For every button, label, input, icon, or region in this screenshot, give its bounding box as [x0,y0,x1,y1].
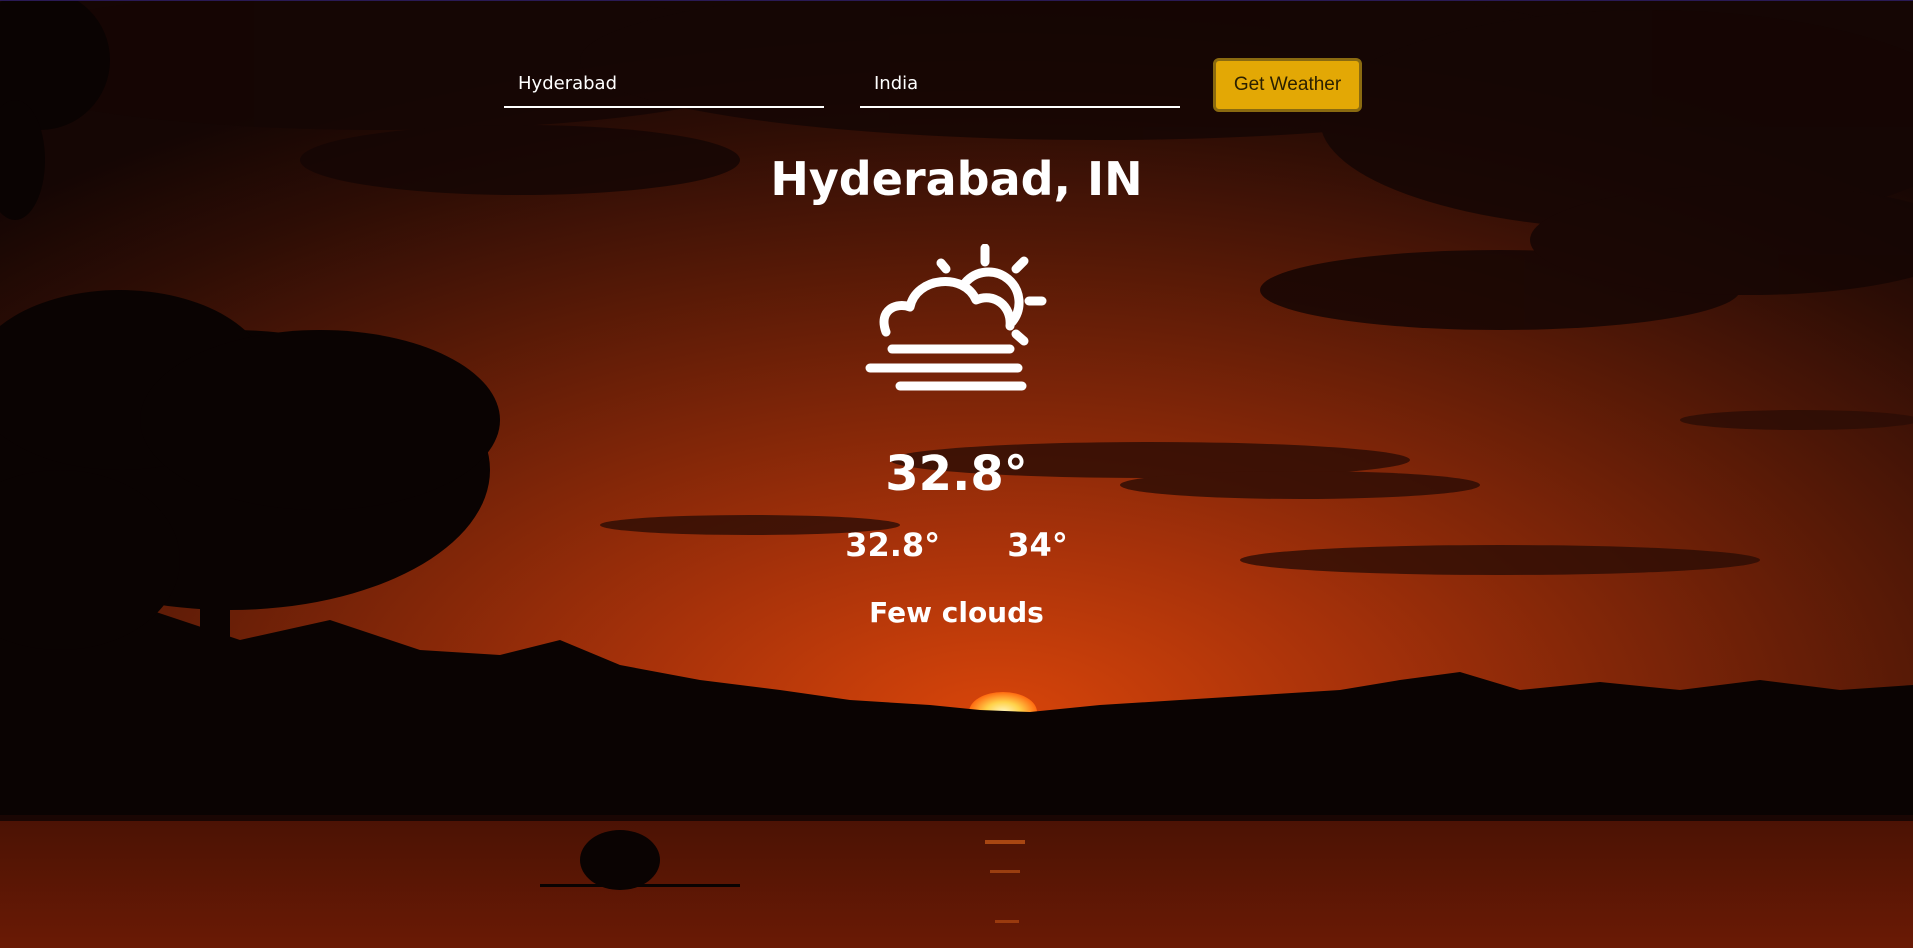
min-temperature: 32.8° [845,526,941,564]
country-input[interactable] [860,60,1180,106]
current-temperature: 32.8° [885,446,1028,502]
city-input[interactable] [504,60,824,106]
max-temperature: 34° [1007,526,1068,564]
temperature-range: 32.8° 34° [0,526,1913,564]
location-title: Hyderabad, IN [770,152,1143,206]
city-field [504,60,824,108]
get-weather-button[interactable]: Get Weather [1213,58,1362,112]
country-field [860,60,1180,108]
weather-description: Few clouds [869,596,1044,629]
top-border [0,0,1913,1]
sun-behind-cloud-haze-icon [865,244,1047,391]
weather-app: Get Weather Hyderabad, IN 32.8° 32.8° 34… [0,0,1913,948]
